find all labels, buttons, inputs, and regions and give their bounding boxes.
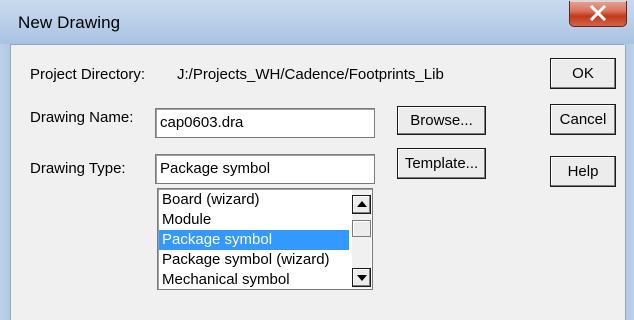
list-scrollbar[interactable] bbox=[352, 190, 371, 288]
cancel-button[interactable]: Cancel bbox=[550, 104, 616, 135]
project-directory-value: J:/Projects_WH/Cadence/Footprints_Lib bbox=[177, 66, 444, 83]
cancel-button-label: Cancel bbox=[559, 111, 607, 128]
window-frame-left bbox=[0, 44, 10, 320]
drawing-name-label: Drawing Name: bbox=[30, 109, 134, 126]
drawing-type-listbox[interactable]: Board (wizard) Module Package symbol Pac… bbox=[157, 188, 373, 290]
list-item-board-wizard[interactable]: Board (wizard) bbox=[159, 190, 349, 210]
window-title: New Drawing bbox=[18, 13, 121, 32]
template-button-label: Template... bbox=[404, 155, 479, 172]
close-button[interactable] bbox=[569, 1, 627, 27]
list-item-module[interactable]: Module bbox=[159, 210, 349, 230]
list-item-package-symbol[interactable]: Package symbol bbox=[159, 230, 349, 250]
help-button[interactable]: Help bbox=[550, 156, 616, 187]
project-directory-label: Project Directory: bbox=[30, 66, 146, 83]
arrow-down-icon bbox=[357, 275, 367, 281]
drawing-type-label: Drawing Type: bbox=[30, 160, 126, 177]
list-item-package-symbol-wizard[interactable]: Package symbol (wizard) bbox=[159, 250, 349, 270]
template-button[interactable]: Template... bbox=[397, 148, 486, 179]
drawing-name-input[interactable]: cap0603.dra bbox=[155, 108, 375, 138]
browse-button[interactable]: Browse... bbox=[397, 106, 486, 135]
title-bar[interactable]: New Drawing bbox=[0, 0, 634, 45]
list-item-mechanical-symbol[interactable]: Mechanical symbol bbox=[159, 270, 349, 289]
browse-button-label: Browse... bbox=[410, 112, 473, 129]
new-drawing-dialog: New Drawing Project Directory: J:/Projec… bbox=[0, 0, 634, 320]
close-icon bbox=[589, 5, 607, 21]
arrow-up-icon bbox=[357, 201, 367, 207]
scroll-thumb[interactable] bbox=[352, 220, 371, 237]
drawing-type-list: Board (wizard) Module Package symbol Pac… bbox=[159, 190, 349, 289]
drawing-type-input[interactable]: Package symbol bbox=[155, 154, 375, 184]
ok-button-label: OK bbox=[572, 65, 594, 82]
scroll-up-button[interactable] bbox=[352, 195, 371, 214]
scroll-down-button[interactable] bbox=[352, 268, 371, 287]
ok-button[interactable]: OK bbox=[550, 58, 616, 89]
help-button-label: Help bbox=[567, 163, 599, 180]
